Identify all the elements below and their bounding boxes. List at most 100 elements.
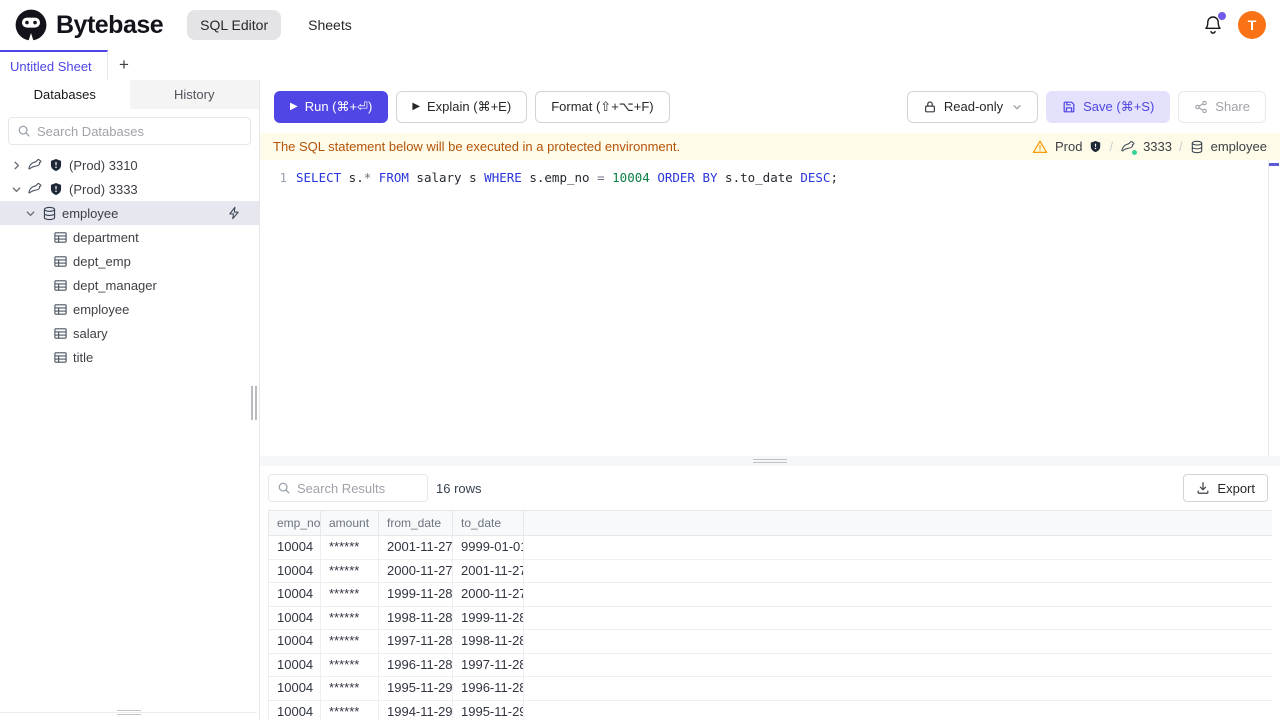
tab-untitled-sheet[interactable]: Untitled Sheet bbox=[0, 50, 108, 80]
sql-token-plain: salary s bbox=[408, 170, 485, 185]
scrollbar-grip[interactable] bbox=[117, 710, 141, 715]
sql-token-keyword: SELECT bbox=[296, 170, 342, 185]
chevron-right-icon[interactable] bbox=[10, 159, 22, 171]
table-row[interactable]: 10004 ****** 1996-11-28 1997-11-28 bbox=[268, 653, 1272, 677]
table-cell-to_date[interactable]: 1995-11-29 bbox=[453, 700, 524, 720]
chevron-down-icon[interactable] bbox=[24, 207, 36, 219]
search-databases-input[interactable] bbox=[37, 123, 242, 139]
add-sheet-button[interactable]: + bbox=[108, 50, 140, 80]
table-cell-to_date[interactable]: 2000-11-27 bbox=[453, 583, 524, 606]
format-button[interactable]: Format (⇧+⌥+F) bbox=[535, 90, 670, 123]
editor-toolbar: ▶ Run (⌘+⏎) ▶ Explain (⌘+E) Format (⇧+⌥+… bbox=[260, 80, 1280, 133]
column-header-emp_no[interactable]: emp_no bbox=[269, 511, 321, 535]
table-cell-emp_no[interactable]: 10004 bbox=[269, 583, 321, 606]
table-cell-to_date[interactable]: 1997-11-28 bbox=[453, 653, 524, 676]
bolt-icon[interactable] bbox=[227, 206, 241, 220]
table-cell-emp_no[interactable]: 10004 bbox=[269, 700, 321, 720]
explain-button[interactable]: ▶ Explain (⌘+E) bbox=[396, 90, 528, 123]
table-cell-amount[interactable]: ****** bbox=[321, 583, 379, 606]
table-cell-from_date[interactable]: 1995-11-29 bbox=[379, 677, 453, 700]
table-cell-to_date[interactable]: 1996-11-28 bbox=[453, 677, 524, 700]
editor-overview-ruler[interactable] bbox=[1268, 160, 1280, 456]
tree-item-dept-manager[interactable]: dept_manager bbox=[0, 273, 259, 297]
table-row[interactable]: 10004 ****** 1999-11-28 2000-11-27 bbox=[268, 583, 1272, 607]
results-panel: 16 rows Export emp_noamountfrom_dateto_d… bbox=[260, 466, 1280, 720]
table-cell-emp_no[interactable]: 10004 bbox=[269, 536, 321, 559]
tree-item-salary[interactable]: salary bbox=[0, 321, 259, 345]
tree-item-title[interactable]: title bbox=[0, 345, 259, 369]
column-header-amount[interactable]: amount bbox=[321, 511, 379, 535]
table-row[interactable]: 10004 ****** 1997-11-28 1998-11-28 bbox=[268, 630, 1272, 654]
tree-item-prod-3310[interactable]: (Prod) 3310 bbox=[0, 153, 259, 177]
tree-item-prod-3333[interactable]: (Prod) 3333 bbox=[0, 177, 259, 201]
share-icon bbox=[1194, 100, 1208, 114]
table-cell-from_date[interactable]: 1996-11-28 bbox=[379, 653, 453, 676]
table-row[interactable]: 10004 ****** 1994-11-29 1995-11-29 bbox=[268, 700, 1272, 720]
table-cell-amount[interactable]: ****** bbox=[321, 700, 379, 720]
table-cell-to_date[interactable]: 2001-11-27 bbox=[453, 559, 524, 582]
chevron-down-icon[interactable] bbox=[10, 183, 22, 195]
table-row[interactable]: 10004 ****** 1995-11-29 1996-11-28 bbox=[268, 677, 1272, 701]
sql-token-plain: s. bbox=[341, 170, 364, 185]
export-button[interactable]: Export bbox=[1183, 474, 1268, 502]
table-cell-amount[interactable]: ****** bbox=[321, 677, 379, 700]
column-header-to_date[interactable]: to_date bbox=[453, 511, 524, 535]
table-cell-from_date[interactable]: 1998-11-28 bbox=[379, 606, 453, 629]
tab-databases[interactable]: Databases bbox=[0, 80, 130, 109]
search-results-input[interactable] bbox=[297, 480, 419, 496]
environment-label[interactable]: Prod bbox=[1055, 139, 1082, 154]
instance-label[interactable]: 3333 bbox=[1143, 139, 1172, 154]
notifications-button[interactable] bbox=[1202, 12, 1226, 36]
table-cell-from_date[interactable]: 1994-11-29 bbox=[379, 700, 453, 720]
tree-item-employee[interactable]: employee bbox=[0, 201, 259, 225]
table-cell-emp_no[interactable]: 10004 bbox=[269, 677, 321, 700]
table-row[interactable]: 10004 ****** 2001-11-27 9999-01-01 bbox=[268, 536, 1272, 560]
table-cell-from_date[interactable]: 2000-11-27 bbox=[379, 559, 453, 582]
table-cell-emp_no[interactable]: 10004 bbox=[269, 653, 321, 676]
database-search[interactable] bbox=[8, 117, 251, 145]
table-cell-amount[interactable]: ****** bbox=[321, 536, 379, 559]
share-button[interactable]: Share bbox=[1178, 90, 1266, 123]
table-cell-amount[interactable]: ****** bbox=[321, 559, 379, 582]
table-cell-amount[interactable]: ****** bbox=[321, 630, 379, 653]
sql-token-keyword: DESC bbox=[800, 170, 831, 185]
tree-item-label: dept_manager bbox=[73, 277, 157, 293]
table-row[interactable]: 10004 ****** 2000-11-27 2001-11-27 bbox=[268, 559, 1272, 583]
table-cell-from_date[interactable]: 1997-11-28 bbox=[379, 630, 453, 653]
table-cell-to_date[interactable]: 9999-01-01 bbox=[453, 536, 524, 559]
bytebase-logo[interactable]: Bytebase bbox=[14, 8, 164, 42]
table-cell-from_date[interactable]: 2001-11-27 bbox=[379, 536, 453, 559]
database-label[interactable]: employee bbox=[1211, 139, 1267, 154]
sql-token-plain: ; bbox=[830, 170, 838, 185]
table-cell-to_date[interactable]: 1998-11-28 bbox=[453, 630, 524, 653]
sidebar-resize-handle[interactable] bbox=[251, 386, 257, 420]
nav-sql-editor[interactable]: SQL Editor bbox=[187, 10, 282, 40]
tab-history[interactable]: History bbox=[130, 80, 260, 109]
nav-sheets[interactable]: Sheets bbox=[295, 10, 365, 40]
table-cell-emp_no[interactable]: 10004 bbox=[269, 559, 321, 582]
table-cell-from_date[interactable]: 1999-11-28 bbox=[379, 583, 453, 606]
avatar[interactable]: T bbox=[1238, 11, 1266, 39]
sidebar-scrollbar[interactable] bbox=[0, 710, 259, 716]
table-cell-amount[interactable]: ****** bbox=[321, 606, 379, 629]
table-cell-emp_no[interactable]: 10004 bbox=[269, 630, 321, 653]
table-cell-to_date[interactable]: 1999-11-28 bbox=[453, 606, 524, 629]
table-icon bbox=[52, 349, 68, 365]
save-button[interactable]: Save (⌘+S) bbox=[1046, 90, 1171, 123]
tree-item-department[interactable]: department bbox=[0, 225, 259, 249]
logo-text: Bytebase bbox=[56, 10, 164, 39]
table-row[interactable]: 10004 ****** 1998-11-28 1999-11-28 bbox=[268, 606, 1272, 630]
sql-token-operator: = bbox=[597, 170, 605, 185]
results-resize-handle[interactable] bbox=[260, 456, 1280, 466]
sql-editor[interactable]: 1 SELECT s.* FROM salary s WHERE s.emp_n… bbox=[260, 160, 1280, 456]
table-cell-emp_no[interactable]: 10004 bbox=[269, 606, 321, 629]
sql-code-line[interactable]: 1 SELECT s.* FROM salary s WHERE s.emp_n… bbox=[260, 160, 1280, 187]
readonly-mode-button[interactable]: Read-only bbox=[906, 90, 1039, 123]
tree-item-dept-emp[interactable]: dept_emp bbox=[0, 249, 259, 273]
column-header-from_date[interactable]: from_date bbox=[379, 511, 453, 535]
search-icon bbox=[277, 481, 291, 495]
table-cell-amount[interactable]: ****** bbox=[321, 653, 379, 676]
tree-item-employee[interactable]: employee bbox=[0, 297, 259, 321]
run-button[interactable]: ▶ Run (⌘+⏎) bbox=[274, 90, 389, 123]
results-search[interactable] bbox=[268, 474, 428, 502]
